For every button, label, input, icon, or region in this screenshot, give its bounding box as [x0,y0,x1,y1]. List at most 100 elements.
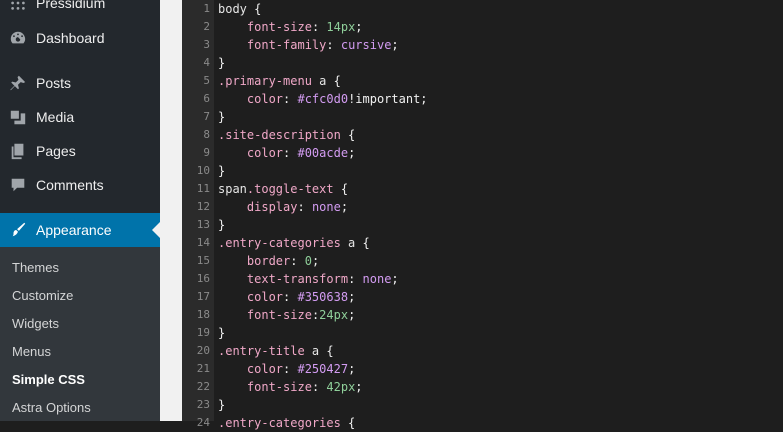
submenu-item-customize[interactable]: Customize [12,285,73,307]
code-token: : [283,92,298,106]
line-number: 18 [196,308,210,321]
code-token: none [362,272,392,286]
site-logo-icon [8,0,28,13]
code-token: { [319,344,334,358]
line-number: 1 [203,2,210,15]
code-line[interactable]: } [218,162,225,180]
code-line[interactable]: text-transform: none; [218,270,399,288]
code-token: 14px [326,20,356,34]
code-token: : [283,146,298,160]
code-line[interactable]: .entry-title a { [218,342,334,360]
sidebar-item-dashboard[interactable]: Dashboard [0,21,160,55]
code-token: span [218,182,247,196]
code-token: font-size [246,20,312,34]
submenu-item-widgets[interactable]: Widgets [12,313,59,335]
code-token: color [246,92,284,106]
code-token: ; [348,362,356,376]
code-token: ; [391,38,399,52]
code-line[interactable]: span.toggle-text { [218,180,348,198]
media-icon [8,107,28,127]
code-line[interactable]: font-family: cursive; [218,36,399,54]
code-line[interactable]: display: none; [218,198,348,216]
line-number: 10 [196,164,210,177]
submenu-item-themes[interactable]: Themes [12,257,59,279]
code-token: body [218,2,247,16]
sidebar-item-appearance[interactable]: Appearance [0,213,160,247]
sidebar-item-media[interactable]: Media [0,100,160,134]
code-line[interactable]: } [218,54,225,72]
code-line[interactable]: font-size: 14px; [218,18,363,36]
code-line[interactable]: border: 0; [218,252,319,270]
sidebar-item-pages[interactable]: Pages [0,134,160,168]
code-token: 42px [326,380,356,394]
code-line[interactable]: } [218,396,225,414]
code-line[interactable]: font-size:24px; [218,306,355,324]
code-line[interactable]: color: #250427; [218,360,355,378]
code-token: : [283,290,298,304]
code-token: a [340,236,356,250]
code-token: : [283,362,298,376]
line-number: 12 [196,200,210,213]
site-name-item[interactable]: Pressidium [0,0,160,20]
code-token: { [340,128,356,142]
line-number: 24 [196,416,210,429]
line-number: 22 [196,380,210,393]
submenu-item-menus[interactable]: Menus [12,341,51,363]
line-number: 16 [196,272,210,285]
line-number-gutter: 1 2 3 4 5 6 7 8 9 10 11 12 13 14 15 16 17 18 19 20 21 22 23 24 [182,0,214,429]
code-token: .entry-title [218,344,305,358]
code-line[interactable]: } [218,216,225,234]
line-number: 15 [196,254,210,267]
pin-icon [8,73,28,93]
site-name-label: Pressidium [36,0,106,11]
line-number: 17 [196,290,210,303]
sidebar-item-posts[interactable]: Posts [0,66,160,100]
code-token: } [218,56,226,70]
code-token: } [218,326,226,340]
code-token: font-size [246,380,312,394]
code-token: : [311,20,327,34]
code-line[interactable]: } [218,108,225,126]
code-line[interactable]: color: #cfc0d0!important; [218,90,428,108]
code-token: } [218,218,226,232]
code-token: : [311,380,327,394]
code-token: } [218,398,226,412]
submenu-item-simple-css[interactable]: Simple CSS [12,369,85,391]
css-code-editor[interactable]: 1 2 3 4 5 6 7 8 9 10 11 12 13 14 15 16 17 18 19 20 21 22 23 24 … [182,0,783,430]
line-number: 7 [203,110,210,123]
code-line[interactable]: .entry-categories a { [218,234,370,252]
line-number: 19 [196,326,210,339]
code-token: !important; [348,92,428,106]
line-number: 8 [203,128,210,141]
code-token: #350638 [297,290,349,304]
code-line[interactable]: body { [218,0,261,18]
sidebar-item-label: Dashboard [36,30,105,46]
line-number: 23 [196,398,210,411]
sidebar-item-label: Posts [36,75,72,91]
code-token: } [218,110,226,124]
code-token: color [246,362,284,376]
code-line[interactable]: color: #350638; [218,288,355,306]
code-line[interactable]: font-size: 42px; [218,378,363,396]
code-token: a [311,74,327,88]
code-token: .entry-categories [218,236,341,250]
sidebar-item-label: Comments [36,177,104,193]
code-line[interactable]: } [218,324,225,342]
submenu-item-astra-options[interactable]: Astra Options [12,397,91,419]
code-line[interactable]: .entry-categories { [218,414,355,432]
content-gutter [160,0,182,421]
sidebar-item-comments[interactable]: Comments [0,168,160,202]
code-line[interactable]: color: #00acde; [218,144,355,162]
code-line[interactable]: .primary-menu a { [218,72,341,90]
code-line[interactable]: .site-description { [218,126,355,144]
line-number: 14 [196,236,210,249]
code-token: : [348,272,363,286]
pages-icon [8,141,28,161]
